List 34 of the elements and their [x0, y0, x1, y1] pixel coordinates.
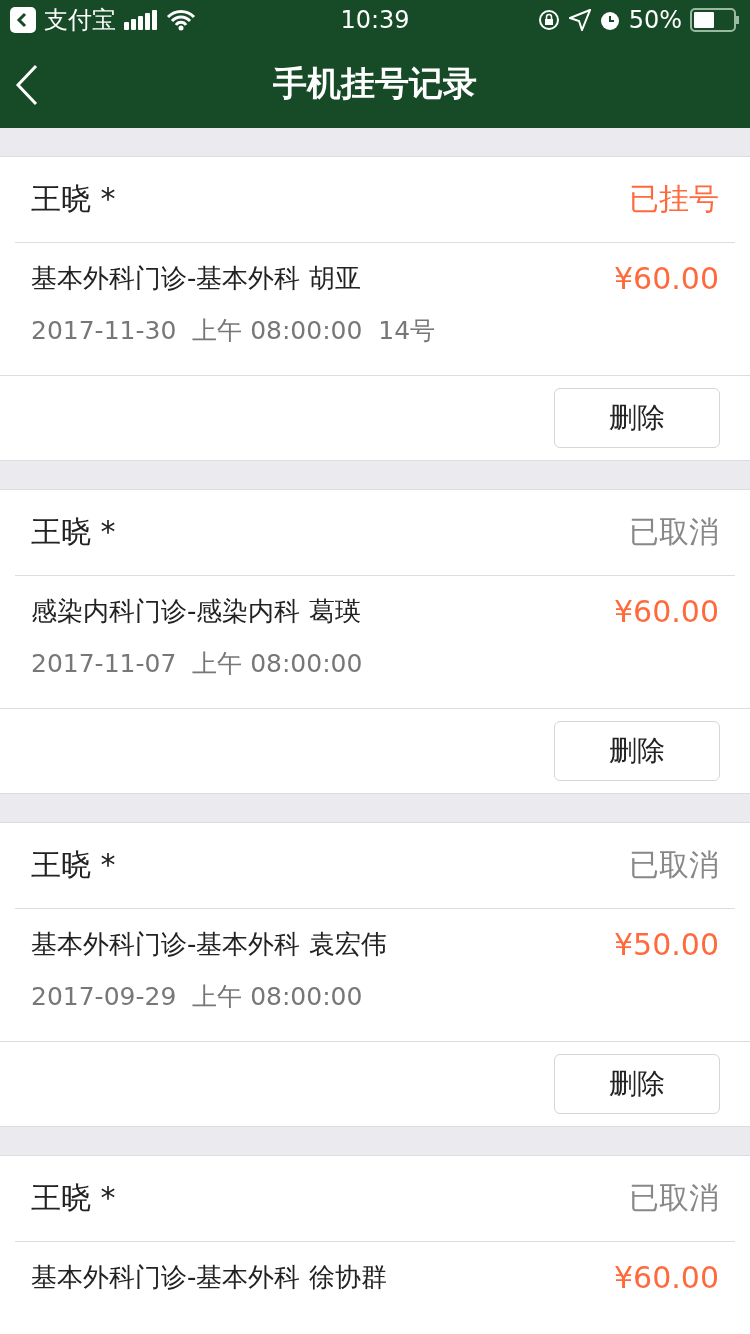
clock-time: 10:39: [340, 6, 410, 34]
patient-name: 王晓 *: [31, 1179, 116, 1217]
delete-button[interactable]: 删除: [554, 1054, 720, 1114]
status-label: 已挂号: [629, 180, 719, 218]
wifi-icon: [166, 9, 196, 31]
price: ¥60.00: [614, 594, 719, 631]
back-icon[interactable]: [14, 64, 40, 106]
page-title: 手机挂号记录: [273, 62, 477, 105]
appointment-time: 2017-11-30 上午 08:00:00 14号: [31, 315, 436, 347]
patient-name: 王晓 *: [31, 846, 116, 884]
back-app-icon[interactable]: [10, 7, 36, 33]
price: ¥60.00: [614, 1260, 719, 1297]
department-doctor: 基本外科门诊-基本外科 徐协群: [31, 1261, 387, 1294]
delete-button[interactable]: 删除: [554, 721, 720, 781]
location-icon: [568, 9, 591, 31]
department-doctor: 基本外科门诊-基本外科 袁宏伟: [31, 928, 387, 961]
status-label: 已取消: [629, 846, 719, 884]
rotation-lock-icon: [536, 8, 561, 32]
status-label: 已取消: [629, 1179, 719, 1217]
price: ¥60.00: [614, 261, 719, 298]
appointment-time: 2017-09-29 上午 08:00:00: [31, 981, 364, 1013]
department-doctor: 感染内科门诊-感染内科 葛瑛: [31, 595, 362, 628]
delete-button[interactable]: 删除: [554, 388, 720, 448]
department-doctor: 基本外科门诊-基本外科 胡亚: [31, 262, 362, 295]
status-label: 已取消: [629, 513, 719, 551]
signal-icon: [124, 10, 158, 30]
alarm-icon: [598, 9, 621, 31]
price: ¥50.00: [614, 927, 719, 964]
patient-name: 王晓 *: [31, 180, 116, 218]
patient-name: 王晓 *: [31, 513, 116, 551]
back-app-label[interactable]: 支付宝: [44, 4, 116, 36]
battery-icon: [690, 8, 740, 32]
battery-percent: 50%: [628, 6, 682, 34]
appointment-time: 2017-11-07 上午 08:00:00: [31, 648, 363, 680]
